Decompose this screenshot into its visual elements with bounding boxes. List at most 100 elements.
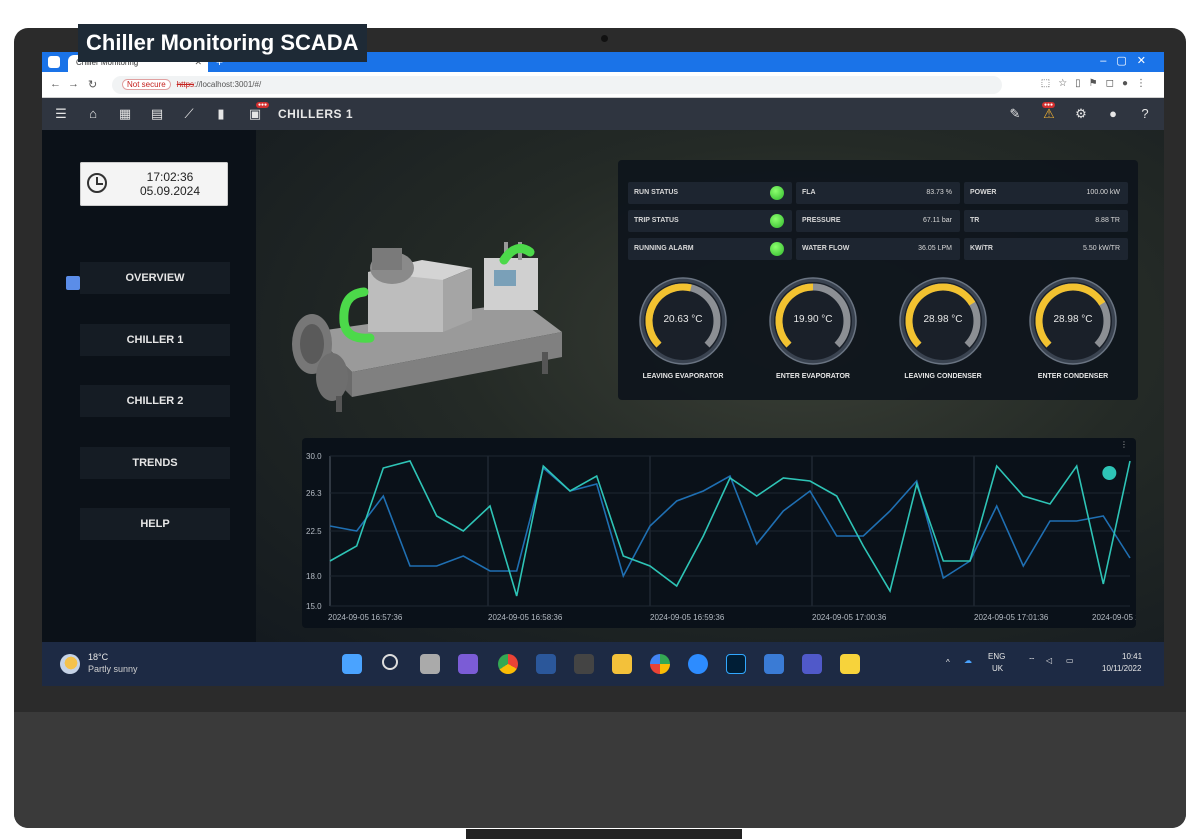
gauge-leaving-condenser: 28.98 °C: [898, 276, 988, 366]
volume-icon[interactable]: ◁: [1046, 656, 1052, 665]
chart-menu-icon[interactable]: ⋮: [1120, 440, 1128, 449]
webcam-icon: [601, 35, 608, 42]
gauge-value: 28.98 °C: [1053, 314, 1093, 325]
weather-temp: 18°C: [88, 652, 109, 662]
gear-icon[interactable]: ⚙: [1072, 105, 1090, 123]
document-icon[interactable]: ▮: [212, 105, 230, 123]
gauge-enter-evaporator: 19.90 °C: [768, 276, 858, 366]
forward-icon[interactable]: →: [68, 78, 79, 90]
sidebar-item-trends[interactable]: TRENDS: [80, 447, 230, 479]
chiller-alarm-badge: ●●●: [256, 102, 270, 108]
gauge-label-leaving-condenser: LEAVING CONDENSER: [904, 373, 982, 380]
x-tick-label: 2024-09-05 16:58:36: [488, 613, 563, 622]
s-app-icon[interactable]: [764, 654, 784, 674]
gauge-value: 20.63 °C: [663, 314, 703, 325]
network-icon[interactable]: ⌔: [1028, 656, 1036, 666]
fla-label: FLA: [802, 189, 816, 196]
power-value: 100.00 kW: [1086, 189, 1120, 196]
run-status-label: RUN STATUS: [634, 189, 679, 196]
clock-date: 05.09.2024: [139, 184, 201, 198]
fla-cell: FLA 83.73 %: [796, 182, 960, 204]
tr-value: 8.88 TR: [1095, 217, 1120, 224]
weather-desc: Partly sunny: [88, 664, 138, 674]
tray-lang[interactable]: ENG: [988, 652, 1005, 661]
window-controls[interactable]: –▢✕: [1100, 54, 1156, 67]
home-icon[interactable]: ⌂: [84, 105, 102, 123]
tray-chevron-icon[interactable]: ^: [946, 658, 950, 667]
gauge-value: 28.98 °C: [923, 314, 963, 325]
gauge-value: 19.90 °C: [793, 314, 833, 325]
app-body: 17:02:36 05.09.2024 OVERVIEW CHILLER 1 C…: [42, 130, 1164, 642]
browser-menu-icon[interactable]: [48, 56, 60, 68]
page-title: CHILLERS 1: [278, 107, 354, 121]
tray-time[interactable]: 10:41: [1122, 652, 1142, 661]
search-icon[interactable]: [382, 654, 398, 670]
monitor-stand: [466, 829, 742, 839]
running-alarm-led: [770, 242, 784, 256]
photoshop-icon[interactable]: [726, 654, 746, 674]
running-alarm-cell: RUNNING ALARM: [628, 238, 792, 260]
help-icon[interactable]: ?: [1136, 105, 1154, 123]
onedrive-icon[interactable]: ☁: [964, 656, 972, 665]
edit-icon[interactable]: ✎: [1006, 105, 1024, 123]
zoom-icon[interactable]: [688, 654, 708, 674]
url-scheme: https: [176, 80, 195, 89]
word-icon[interactable]: [536, 654, 556, 674]
browser-extension-icons[interactable]: ⬚☆▯⚑◻●⋮: [1041, 78, 1154, 89]
water-flow-label: WATER FLOW: [802, 245, 850, 252]
x-tick-label: 2024-09-05 17:00:36: [812, 613, 887, 622]
y-tick-label: 15.0: [306, 602, 322, 611]
weather-icon[interactable]: [60, 654, 80, 674]
task-view-icon[interactable]: [420, 654, 440, 674]
url-input[interactable]: Not secure https://localhost:3001/#/: [112, 76, 1002, 94]
start-icon[interactable]: [342, 654, 362, 674]
sidebar-item-chiller-2[interactable]: CHILLER 2: [80, 385, 230, 417]
kwtr-label: KW/TR: [970, 245, 993, 252]
tray-date[interactable]: 10/11/2022: [1102, 664, 1141, 673]
not-secure-badge[interactable]: Not secure: [122, 79, 171, 90]
monitor-bezel: [14, 712, 1186, 828]
chrome-icon[interactable]: [498, 654, 518, 674]
teams-icon[interactable]: [802, 654, 822, 674]
pressure-cell: PRESSURE 67.11 bar: [796, 210, 960, 232]
trend-chart-svg: 15.0 18.0 22.5 26.3 30.0 2024-09-05 16:57:36 2…: [306, 452, 1164, 622]
pressure-label: PRESSURE: [802, 217, 841, 224]
sidebar-item-chiller-1[interactable]: CHILLER 1: [80, 324, 230, 356]
chat-icon[interactable]: [458, 654, 478, 674]
app-icon[interactable]: [574, 654, 594, 674]
sidebar-item-overview[interactable]: OVERVIEW: [80, 262, 230, 294]
user-icon[interactable]: ●: [1104, 105, 1122, 123]
address-bar: ← → ↻ Not secure https://localhost:3001/#…: [42, 72, 1164, 98]
back-icon[interactable]: ←: [50, 78, 61, 90]
reload-icon[interactable]: ↻: [88, 78, 97, 91]
power-label: POWER: [970, 189, 997, 196]
gauge-enter-condenser: 28.98 °C: [1028, 276, 1118, 366]
y-tick-label: 30.0: [306, 452, 322, 461]
battery-icon[interactable]: ▭: [1066, 656, 1074, 665]
trip-status-cell: TRIP STATUS: [628, 210, 792, 232]
trend-icon[interactable]: ⟋: [180, 105, 198, 123]
clock-widget: 17:02:36 05.09.2024: [80, 162, 228, 206]
chart-cursor-marker[interactable]: [1102, 466, 1117, 480]
sidebar-item-help[interactable]: HELP: [80, 508, 230, 540]
chiller-illustration: [292, 242, 562, 412]
clock-time: 17:02:36: [146, 170, 194, 184]
trip-status-label: TRIP STATUS: [634, 217, 679, 224]
gauge-label-enter-condenser: ENTER CONDENSER: [1037, 373, 1109, 380]
file-explorer-icon[interactable]: [612, 654, 632, 674]
translate-icon[interactable]: [66, 276, 80, 290]
menu-icon[interactable]: ☰: [52, 105, 70, 123]
calendar-icon[interactable]: ▤: [148, 105, 166, 123]
running-alarm-label: RUNNING ALARM: [634, 245, 694, 252]
photos-icon[interactable]: [650, 654, 670, 674]
y-tick-label: 18.0: [306, 572, 322, 581]
y-tick-label: 26.3: [306, 489, 322, 498]
sticky-notes-icon[interactable]: [840, 654, 860, 674]
gauge-leaving-evaporator: 20.63 °C: [638, 276, 728, 366]
x-tick-label: 2024-09-05 17:01:36: [974, 613, 1049, 622]
grid-icon[interactable]: ▦: [116, 105, 134, 123]
kwtr-value: 5.50 kW/TR: [1083, 245, 1120, 252]
screen: Chiller Monitoring ✕ + –▢✕ ← → ↻ Not sec…: [42, 52, 1164, 686]
tray-region[interactable]: UK: [992, 664, 1003, 673]
status-panel: RUN STATUS TRIP STATUS RUNNING ALARM FLA…: [618, 160, 1138, 400]
